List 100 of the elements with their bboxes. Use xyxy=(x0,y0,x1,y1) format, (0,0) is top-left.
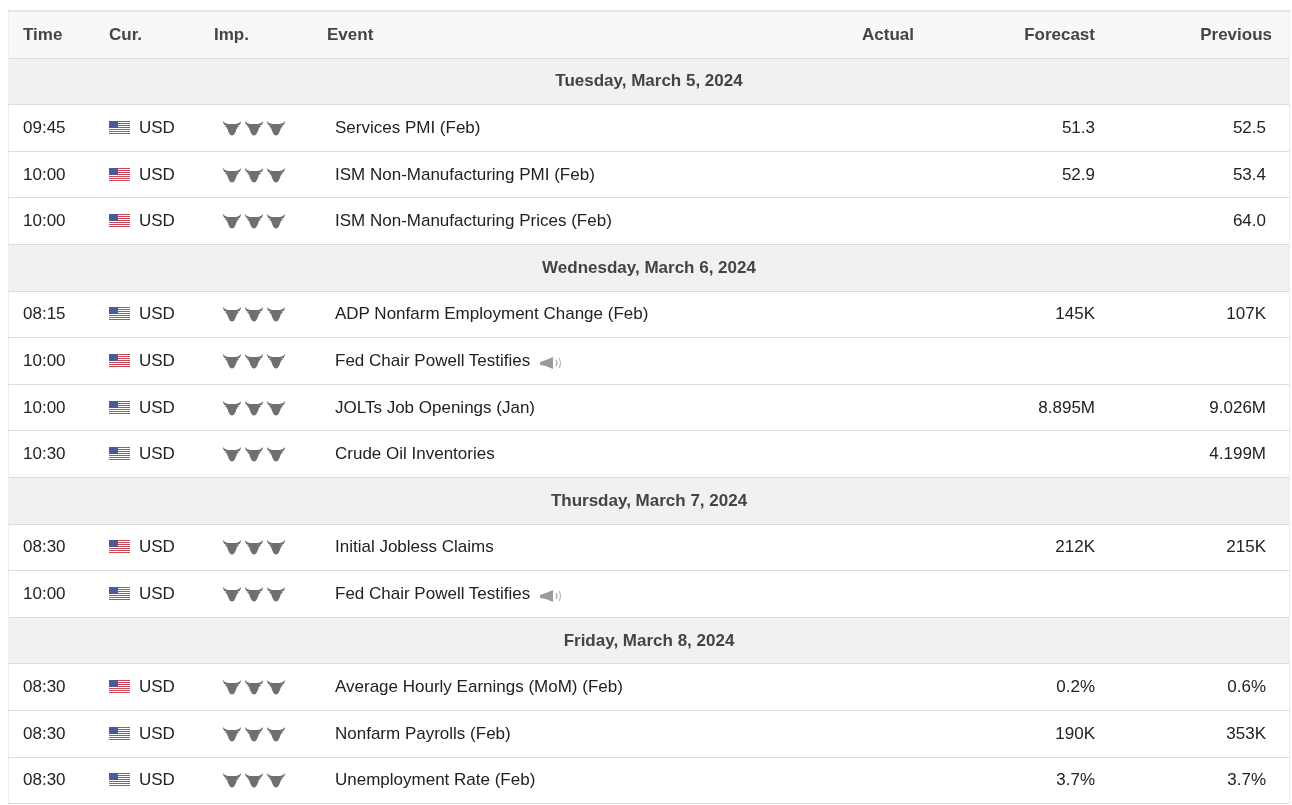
flag-icon xyxy=(109,167,130,182)
bull-icon xyxy=(222,399,242,416)
forecast-value: 190K xyxy=(1055,723,1095,743)
bull-icon xyxy=(222,120,242,136)
forecast-value: 51.3 xyxy=(1061,118,1095,137)
previous-value: 4.199M xyxy=(1209,444,1266,464)
bull-icon xyxy=(244,585,264,602)
forecast-value: 8.895M xyxy=(1038,397,1095,417)
bull-icon xyxy=(244,213,264,230)
previous-value: 107K xyxy=(1226,304,1266,324)
time-cell-text: 08:15 xyxy=(22,304,67,325)
flag-icon xyxy=(109,307,130,322)
bull-icon xyxy=(266,120,286,136)
column-header[interactable]: Actual xyxy=(847,24,921,45)
event-name[interactable]: Services PMI (Feb) xyxy=(335,118,481,138)
bull-icon xyxy=(222,213,242,230)
date-label: Tuesday, March 5, 2024 xyxy=(555,71,743,92)
bull-icon xyxy=(244,352,264,369)
event-name[interactable]: Crude Oil Inventories xyxy=(335,444,495,465)
bull-icon xyxy=(222,772,242,789)
currency-cell: USD xyxy=(139,770,175,791)
event-name[interactable]: ISM Non-Manufacturing Prices (Feb) xyxy=(335,211,612,232)
column-header[interactable]: Event xyxy=(327,24,847,45)
previous-value: 64.0 xyxy=(1232,211,1266,231)
time-cell-text: 10:00 xyxy=(22,397,67,418)
event-name[interactable]: Initial Jobless Claims xyxy=(335,537,494,558)
previous-value: 215K xyxy=(1226,537,1266,557)
column-header[interactable]: Previous xyxy=(1103,24,1289,45)
bull-icon xyxy=(244,446,264,463)
column-header[interactable]: Forecast xyxy=(921,24,1103,45)
previous-value: 353K xyxy=(1226,723,1266,743)
event-name[interactable]: JOLTs Job Openings (Jan) xyxy=(335,397,535,418)
flag-icon xyxy=(109,680,130,695)
date-label: Thursday, March 7, 2024 xyxy=(550,490,748,511)
currency-cell: USD xyxy=(139,444,175,465)
bull-icon xyxy=(222,585,242,602)
bull-icon xyxy=(266,679,286,696)
currency-cell: USD xyxy=(139,397,175,418)
flag-icon xyxy=(109,726,130,741)
flag-icon xyxy=(109,447,130,462)
bull-icon xyxy=(244,166,264,183)
event-name[interactable]: ISM Non-Manufacturing PMI (Feb) xyxy=(335,164,595,185)
bull-icon xyxy=(244,679,264,696)
time-cell-text: 10:00 xyxy=(22,350,67,371)
time-cell-text: 10:00 xyxy=(22,164,67,185)
time-cell-text: 10:30 xyxy=(22,444,67,465)
event-name[interactable]: Fed Chair Powell Testifies xyxy=(335,583,531,604)
bull-icon xyxy=(222,725,242,742)
bull-icon xyxy=(244,772,264,789)
flag-icon xyxy=(109,773,130,788)
time-cell-text: 10:00 xyxy=(22,211,67,232)
flag-icon xyxy=(109,214,130,229)
time-cell-text: 08:30 xyxy=(22,677,67,698)
bull-icon xyxy=(222,679,242,696)
forecast-value: 212K xyxy=(1055,537,1095,557)
flag-icon xyxy=(109,586,130,601)
event-name[interactable]: Fed Chair Powell Testifies xyxy=(335,350,531,371)
event-name[interactable]: Unemployment Rate (Feb) xyxy=(335,770,536,791)
bull-icon xyxy=(222,306,242,323)
previous-value: 9.026M xyxy=(1209,397,1266,417)
bull-icon xyxy=(222,352,242,369)
currency-cell: USD xyxy=(139,723,175,744)
bull-icon xyxy=(244,306,264,323)
time-cell-text: 09:45 xyxy=(22,118,67,138)
bull-icon xyxy=(222,166,242,183)
date-label: Wednesday, March 6, 2024 xyxy=(542,257,756,278)
date-label: Friday, March 8, 2024 xyxy=(563,630,735,651)
forecast-value: 3.7% xyxy=(1056,770,1095,790)
bull-icon xyxy=(266,352,286,369)
previous-value: 0.6% xyxy=(1227,677,1266,697)
currency-cell: USD xyxy=(139,677,175,698)
bull-icon xyxy=(266,306,286,323)
column-header[interactable]: Cur. xyxy=(101,24,214,45)
currency-cell: USD xyxy=(139,583,175,604)
column-header[interactable]: Time xyxy=(9,24,101,45)
flag-icon xyxy=(109,353,130,368)
event-name[interactable]: ADP Nonfarm Employment Change (Feb) xyxy=(335,304,649,325)
event-name[interactable]: Average Hourly Earnings (MoM) (Feb) xyxy=(335,677,623,698)
bull-icon xyxy=(266,539,286,556)
currency-cell: USD xyxy=(139,350,175,371)
previous-value: 3.7% xyxy=(1227,770,1266,790)
flag-icon xyxy=(109,400,130,415)
bull-icon xyxy=(266,772,286,789)
bull-icon xyxy=(244,725,264,742)
time-cell-text: 08:30 xyxy=(22,723,67,744)
previous-value: 52.5 xyxy=(1232,118,1266,137)
bull-icon xyxy=(222,539,242,556)
bull-icon xyxy=(244,539,264,556)
bull-icon xyxy=(266,725,286,742)
time-cell-text: 08:30 xyxy=(22,770,67,791)
bull-icon xyxy=(244,399,264,416)
flag-icon xyxy=(109,121,130,135)
bull-icon xyxy=(266,213,286,230)
currency-cell: USD xyxy=(139,211,175,232)
bull-icon xyxy=(266,585,286,602)
currency-cell: USD xyxy=(139,118,175,138)
bull-icon xyxy=(266,166,286,183)
currency-cell: USD xyxy=(139,304,175,325)
event-name[interactable]: Nonfarm Payrolls (Feb) xyxy=(335,723,511,744)
column-header[interactable]: Imp. xyxy=(214,24,327,45)
